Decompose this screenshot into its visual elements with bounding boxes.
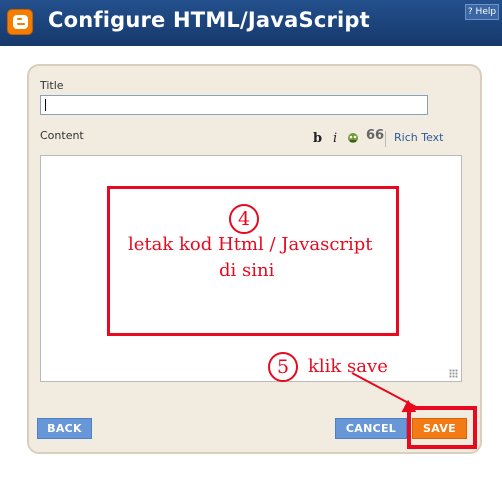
help-button[interactable]: ? Help (465, 4, 499, 20)
annotation-box-save (407, 406, 477, 449)
toolbar-divider (385, 131, 386, 147)
blogger-logo-icon (7, 9, 33, 35)
rich-text-link[interactable]: Rich Text (394, 131, 443, 144)
dialog-title: Configure HTML/JavaScript (48, 8, 370, 32)
title-label: Title (40, 79, 64, 92)
title-input[interactable] (40, 95, 428, 115)
annotation-step4-line2: di sini (219, 260, 275, 281)
text-caret (45, 99, 46, 111)
content-label: Content (40, 129, 84, 142)
blockquote-button[interactable]: 66 (366, 128, 384, 143)
annotation-step5-number: 5 (268, 352, 298, 382)
image-icon[interactable] (347, 132, 359, 144)
annotation-step4-line1: letak kod Html / Javascript (128, 234, 373, 255)
dialog-header: Configure HTML/JavaScript ? Help (0, 0, 502, 46)
annotation-step5-text: klik save (308, 356, 388, 377)
resize-grip-icon[interactable] (449, 369, 458, 378)
italic-button[interactable]: i (333, 131, 337, 146)
bold-button[interactable]: b (313, 131, 322, 146)
cancel-button[interactable]: CANCEL (335, 418, 407, 439)
back-button[interactable]: BACK (37, 418, 92, 439)
annotation-step4-number: 4 (229, 204, 259, 234)
